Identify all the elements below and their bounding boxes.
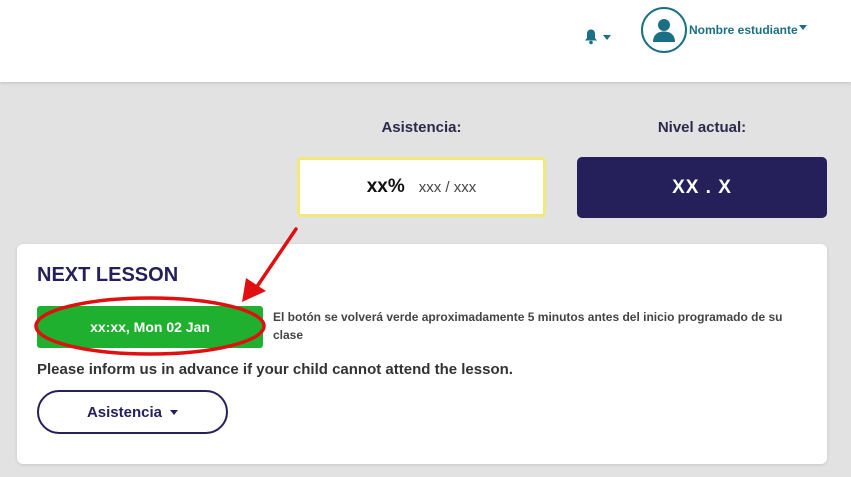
level-box: XX . X xyxy=(577,157,827,218)
attendance-dropdown-button[interactable]: Asistencia xyxy=(37,390,228,434)
attendance-percent: xx% xyxy=(366,176,405,197)
join-button-note: El botón se volverá verde aproximadament… xyxy=(273,310,783,342)
user-avatar-icon xyxy=(641,7,687,53)
attendance-label: Asistencia: xyxy=(381,119,462,136)
user-menu[interactable]: Nombre estudiante xyxy=(641,7,807,53)
join-lesson-button[interactable]: xx:xx, Mon 02 Jan xyxy=(37,306,263,348)
attendance-count: xxx / xxx xyxy=(418,178,477,196)
top-navbar: Nombre estudiante xyxy=(0,0,851,82)
join-lesson-label: xx:xx, Mon 02 Jan xyxy=(90,319,210,335)
level-value: XX . X xyxy=(672,176,732,198)
attendance-dropdown-label: Asistencia xyxy=(86,403,163,421)
attendance-box: xx% xxx / xxx xyxy=(297,157,546,217)
chevron-down-icon xyxy=(798,24,807,30)
chevron-down-icon xyxy=(170,409,179,415)
next-lesson-title: NEXT LESSON xyxy=(37,264,179,286)
user-name: Nombre estudiante xyxy=(689,23,798,37)
inform-absence-text: Please inform us in advance if your chil… xyxy=(37,361,513,378)
level-label: Nivel actual: xyxy=(657,119,747,136)
bell-icon xyxy=(585,29,597,45)
chevron-down-icon xyxy=(603,34,611,40)
notifications-button[interactable] xyxy=(584,27,618,47)
